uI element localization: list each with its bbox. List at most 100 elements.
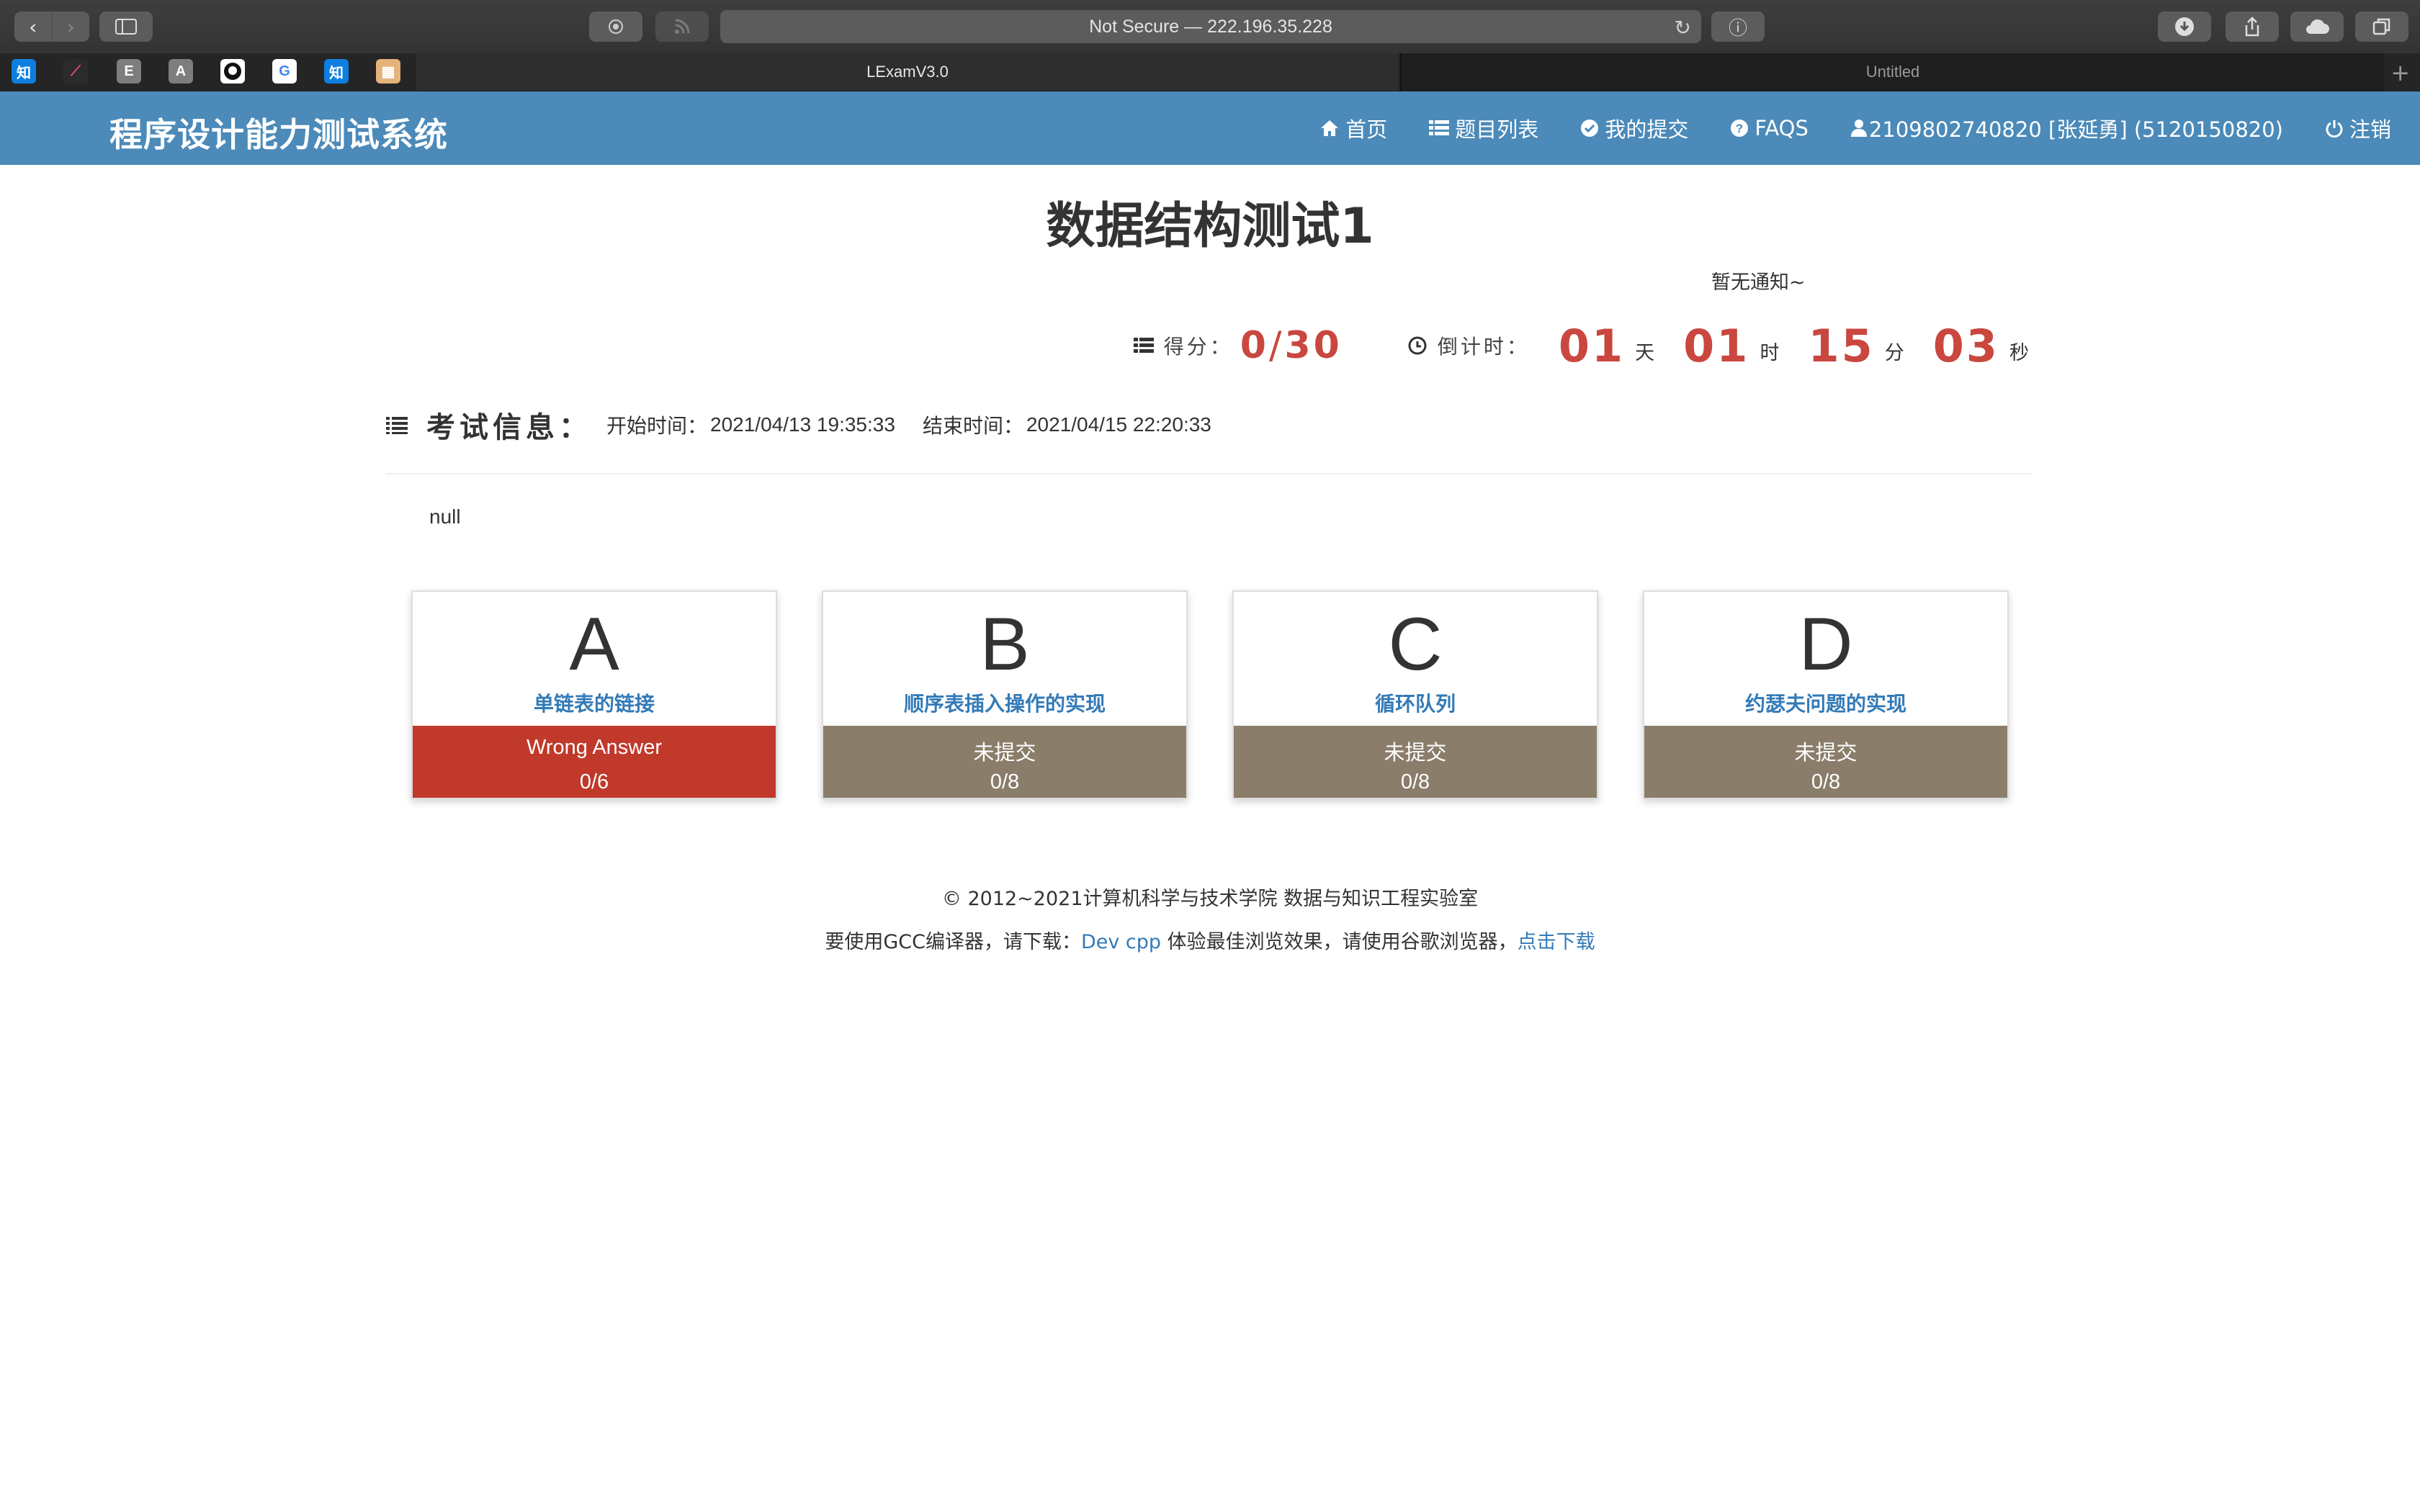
problem-title-link[interactable]: 约瑟夫问题的实现 <box>1644 688 2007 717</box>
problem-status: 未提交 0/8 <box>1644 726 2007 798</box>
nav-faqs[interactable]: ? FAQS <box>1730 116 1809 140</box>
url-text: Not Secure — 222.196.35.228 <box>1089 16 1332 37</box>
score-current: 0 <box>1240 324 1269 367</box>
problem-title-link[interactable]: 循环队列 <box>1234 688 1597 717</box>
e-icon: E <box>124 63 134 79</box>
problem-title-link[interactable]: 顺序表插入操作的实现 <box>823 688 1186 717</box>
nav-submissions-label: 我的提交 <box>1605 117 1689 142</box>
tab-lexam[interactable]: LExamV3.0 <box>416 53 1399 91</box>
forward-button[interactable]: › <box>51 12 90 42</box>
chart-icon: ⟋ <box>71 63 81 79</box>
a-icon: A <box>175 63 187 79</box>
problem-status-text: 未提交 <box>1384 740 1447 765</box>
nav-home-label: 首页 <box>1345 117 1388 142</box>
nav-home[interactable]: 首页 <box>1319 113 1387 143</box>
tabs-overview-button[interactable] <box>2355 12 2408 42</box>
end-time-value: 2021/04/15 22:20:33 <box>1026 413 1211 436</box>
exam-stats: 得分： 0/30 倒计时： 01 天 01 时 15 分 03 秒 <box>1133 317 2029 374</box>
nav-user[interactable]: 2109802740820 [张延勇] (5120150820) <box>1850 113 2283 143</box>
exam-description: null <box>429 505 461 528</box>
back-button[interactable]: ‹ <box>14 12 52 42</box>
countdown-label: 倒计时： <box>1437 335 1530 359</box>
problem-status-text: 未提交 <box>973 740 1036 765</box>
countdown-seconds: 03 <box>1932 319 1999 372</box>
countdown-minutes-unit: 分 <box>1884 341 1904 364</box>
score-total: 30 <box>1284 324 1343 367</box>
countdown-hours-unit: 时 <box>1760 341 1780 364</box>
share-button[interactable] <box>2226 12 2279 42</box>
problem-title-link[interactable]: 单链表的链接 <box>413 688 776 717</box>
sidebar-icon <box>115 19 137 35</box>
problem-score: 0/8 <box>1811 770 1841 793</box>
site-navbar: 程序设计能力测试系统 首页 题目列表 我的提交 ? FAQS 210980274… <box>0 91 2420 165</box>
browser-toolbar: ‹ › Not Secure — 222.196.35.228 ↻ ⓘ <box>0 0 2420 54</box>
downloads-button[interactable] <box>2158 12 2211 42</box>
reload-icon[interactable]: ↻ <box>1675 16 1691 40</box>
countdown-days-unit: 天 <box>1635 341 1655 364</box>
exam-notice: 暂无通知~ <box>1711 271 1806 294</box>
problem-letter: C <box>1388 603 1443 686</box>
new-tab-button[interactable]: + <box>2390 59 2410 86</box>
footer-links: 要使用GCC编译器，请下载：Dev cpp 体验最佳浏览效果，请使用谷歌浏览器，… <box>0 926 2420 954</box>
devcpp-link[interactable]: Dev cpp <box>1081 931 1161 953</box>
cloud-icon <box>2306 19 2329 34</box>
user-icon <box>1850 119 1868 138</box>
exam-info: 考试信息： 开始时间： 2021/04/13 19:35:33 结束时间： 20… <box>386 403 1211 446</box>
score-list-icon <box>1133 337 1154 354</box>
broadcast-icon <box>609 19 623 34</box>
reader-button[interactable] <box>589 12 642 42</box>
bookmark-image[interactable]: ▦ <box>376 59 400 84</box>
svg-text:?: ? <box>1736 122 1743 135</box>
problem-score: 0/8 <box>1400 770 1430 793</box>
problem-card-a[interactable]: A 单链表的链接 Wrong Answer 0/6 <box>411 590 777 799</box>
site-brand[interactable]: 程序设计能力测试系统 <box>109 109 448 156</box>
tab-untitled[interactable]: Untitled <box>1400 53 2384 91</box>
image-icon: ▦ <box>381 63 395 80</box>
icloud-button[interactable] <box>2290 12 2344 42</box>
google-icon: G <box>279 63 290 79</box>
end-time-label: 结束时间： <box>922 414 1023 438</box>
divider <box>386 473 2033 474</box>
countdown-days: 01 <box>1558 319 1626 372</box>
rss-icon <box>675 19 690 34</box>
problem-card-d[interactable]: D 约瑟夫问题的实现 未提交 0/8 <box>1643 590 2009 799</box>
download-icon <box>2175 17 2194 36</box>
exam-info-heading: 考试信息： <box>426 411 592 444</box>
home-icon <box>1319 119 1340 138</box>
bookmark-github[interactable] <box>220 59 245 84</box>
bookmark-e[interactable]: E <box>117 59 141 84</box>
rss-button[interactable] <box>655 12 709 42</box>
github-icon <box>224 63 241 80</box>
bookmark-google[interactable]: G <box>272 59 297 84</box>
extension-button[interactable]: ⓘ <box>1711 12 1765 42</box>
chrome-download-link[interactable]: 点击下载 <box>1518 931 1595 953</box>
problem-card-c[interactable]: C 循环队列 未提交 0/8 <box>1232 590 1598 799</box>
problem-score: 0/6 <box>579 770 609 793</box>
problem-status-text: Wrong Answer <box>526 736 663 759</box>
start-time-value: 2021/04/13 19:35:33 <box>710 413 895 436</box>
nav-problems[interactable]: 题目列表 <box>1429 113 1538 143</box>
countdown-minutes: 15 <box>1808 319 1875 372</box>
nav-problems-label: 题目列表 <box>1455 117 1539 142</box>
info-icon: ⓘ <box>1728 17 1747 40</box>
list-icon <box>1429 120 1450 137</box>
info-list-icon <box>386 415 408 434</box>
score-label: 得分： <box>1163 335 1233 359</box>
nav-links: 首页 题目列表 我的提交 ? FAQS 2109802740820 [张延勇] … <box>1278 91 2391 165</box>
sidebar-toggle-button[interactable] <box>99 12 153 42</box>
problem-letter: A <box>569 603 619 686</box>
clock-icon <box>1407 336 1428 356</box>
bookmark-zhihu-2[interactable]: 知 <box>324 59 349 84</box>
nav-submissions[interactable]: 我的提交 <box>1580 113 1688 143</box>
tabs-icon <box>2372 18 2390 35</box>
bookmark-zhihu[interactable]: 知 <box>12 59 36 84</box>
zhihu-icon: 知 <box>17 65 31 81</box>
start-time-label: 开始时间： <box>606 414 708 438</box>
problem-card-b[interactable]: B 顺序表插入操作的实现 未提交 0/8 <box>822 590 1188 799</box>
exam-title: 数据结构测试1 <box>1046 198 1374 255</box>
nav-logout[interactable]: 注销 <box>2325 113 2391 143</box>
nav-faqs-label: FAQS <box>1754 116 1809 140</box>
bookmark-a[interactable]: A <box>169 59 193 84</box>
address-bar[interactable]: Not Secure — 222.196.35.228 ↻ <box>720 10 1701 43</box>
bookmark-chart[interactable]: ⟋ <box>63 59 88 84</box>
